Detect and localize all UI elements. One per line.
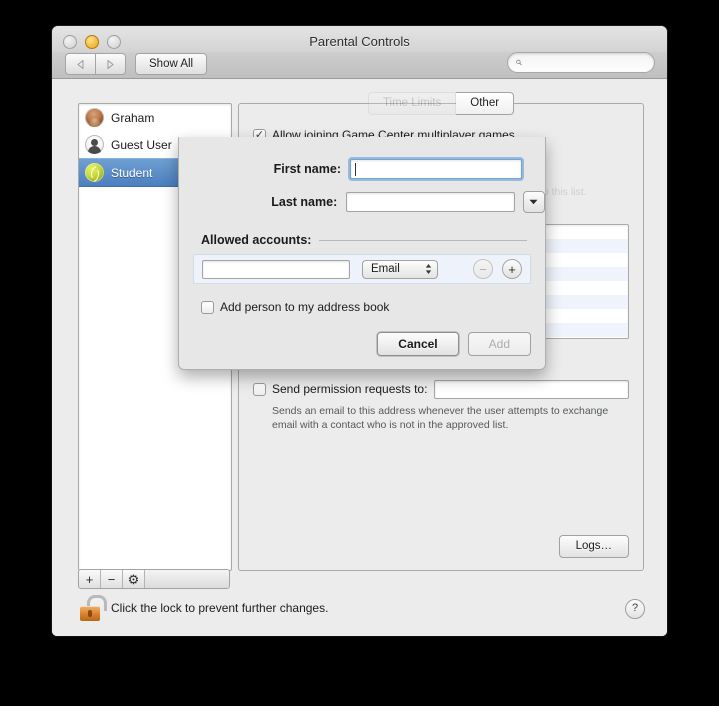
- first-name-label: First name:: [273, 162, 341, 176]
- screen: Parental Controls Show All Graham Guest …: [0, 0, 719, 706]
- back-arrow-icon: [77, 59, 84, 69]
- permission-requests-label: Send permission requests to:: [272, 382, 428, 397]
- window-body: Graham Guest User Student + − ⚙ Time Lim…: [52, 79, 667, 636]
- contacts-disclosure-button[interactable]: [522, 191, 546, 213]
- logs-button[interactable]: Logs…: [558, 535, 629, 558]
- first-name-row: First name:: [179, 159, 545, 179]
- account-kind-value: Email: [371, 263, 400, 275]
- last-name-row: Last name:: [179, 191, 546, 213]
- allowed-accounts-label: Allowed accounts:: [201, 233, 312, 247]
- search-input[interactable]: [527, 55, 646, 70]
- last-name-label: Last name:: [271, 195, 338, 209]
- lock-row[interactable]: Click the lock to prevent further change…: [78, 595, 328, 621]
- search-field[interactable]: [507, 52, 655, 73]
- permission-requests-row: Send permission requests to:: [253, 379, 629, 399]
- allowed-accounts-header: Allowed accounts:: [201, 233, 527, 247]
- address-book-checkbox[interactable]: [201, 301, 214, 314]
- unlocked-padlock-icon[interactable]: [78, 595, 107, 621]
- remove-account-button[interactable]: −: [473, 259, 493, 279]
- user-name: Graham: [111, 110, 155, 125]
- window-footer: Click the lock to prevent further change…: [52, 583, 667, 636]
- nav-buttons: [65, 53, 126, 75]
- search-icon: [516, 59, 522, 66]
- sheet-buttons: Cancel Add: [377, 332, 531, 356]
- text-caret: [355, 162, 356, 176]
- user-row-graham[interactable]: Graham: [79, 104, 231, 131]
- parental-controls-window: Parental Controls Show All Graham Guest …: [52, 26, 667, 636]
- guest-silhouette-icon: [85, 135, 104, 154]
- window-titlebar: Parental Controls Show All: [52, 26, 667, 79]
- tennis-ball-icon: [85, 163, 104, 182]
- add-button[interactable]: Add: [467, 332, 531, 356]
- account-row: Email − +: [193, 254, 531, 284]
- updown-arrows-icon: [425, 264, 432, 274]
- padlock-body: [80, 606, 100, 621]
- user-name: Guest User: [111, 137, 172, 152]
- tab-time-limits[interactable]: Time Limits: [367, 92, 457, 115]
- back-button[interactable]: [65, 53, 95, 75]
- address-book-label: Add person to my address book: [220, 300, 390, 314]
- cancel-button[interactable]: Cancel: [377, 332, 459, 356]
- account-kind-popup[interactable]: Email: [362, 259, 438, 279]
- section-divider: [319, 239, 527, 241]
- forward-arrow-icon: [107, 59, 114, 69]
- permission-requests-description: Sends an email to this address whenever …: [272, 404, 609, 431]
- first-name-input[interactable]: [350, 159, 522, 179]
- show-all-button[interactable]: Show All: [135, 53, 208, 75]
- lock-message: Click the lock to prevent further change…: [111, 601, 329, 615]
- user-name: Student: [111, 165, 153, 180]
- permission-email-input[interactable]: [434, 379, 629, 399]
- add-contact-sheet: First name: Last name: Allowed accounts:: [178, 137, 546, 370]
- help-button[interactable]: ?: [625, 599, 645, 619]
- last-name-input[interactable]: [346, 192, 515, 212]
- tab-bar: Time Limits Other: [239, 92, 643, 115]
- user-photo-icon: [85, 108, 104, 127]
- add-account-button[interactable]: +: [502, 259, 522, 279]
- forward-button[interactable]: [95, 53, 126, 75]
- permission-requests-checkbox[interactable]: [253, 383, 266, 397]
- window-title: Parental Controls: [309, 34, 410, 49]
- address-book-row[interactable]: Add person to my address book: [201, 300, 545, 314]
- account-value-input[interactable]: [202, 259, 350, 279]
- tab-other[interactable]: Other: [456, 92, 515, 115]
- chevron-down-icon: [529, 199, 538, 205]
